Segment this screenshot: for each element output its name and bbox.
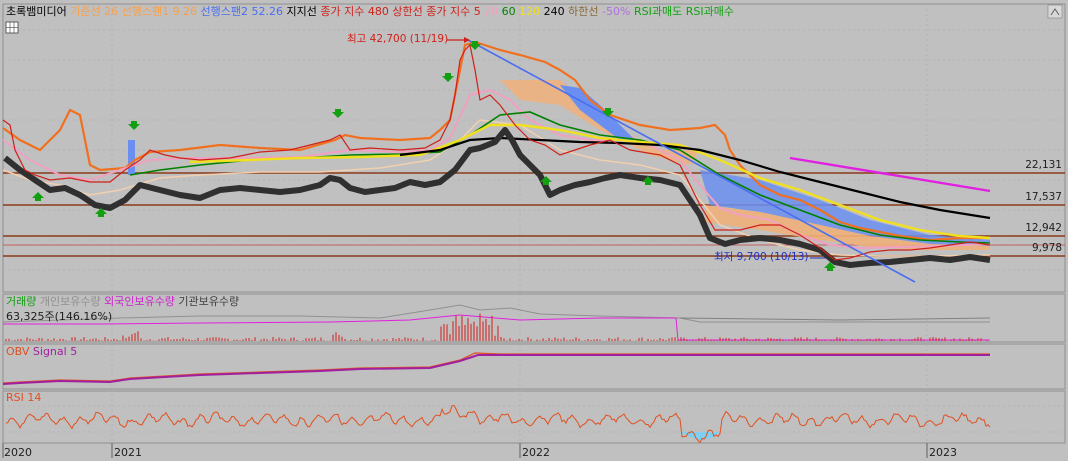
main-legend-item-8[interactable]: 20 bbox=[481, 5, 499, 18]
grid-toggle-icon[interactable] bbox=[5, 21, 19, 34]
main-legend-item-9[interactable]: 60 bbox=[498, 5, 516, 18]
x-label-2020: 2020 bbox=[4, 446, 32, 459]
main-legend-item-6[interactable]: 상한선 bbox=[389, 5, 423, 18]
chart-canvas[interactable]: 최고 42,700 (11/19) 최저 9,700 (10/13) 22,13… bbox=[0, 0, 1068, 461]
stock-chart-window: 최고 42,700 (11/19) 최저 9,700 (10/13) 22,13… bbox=[0, 0, 1068, 461]
close-panel-button[interactable] bbox=[1047, 4, 1063, 19]
volume-value: 63,325주(146.16%) bbox=[6, 310, 112, 323]
price-level-4: 9,978 bbox=[1032, 242, 1062, 254]
main-legend: 초록뱀미디어 기준선 26 선행스팬1 9.26 선행스팬2 52.26 지지선… bbox=[6, 4, 734, 18]
x-label-2023: 2023 bbox=[929, 446, 957, 459]
main-legend-item-1[interactable]: 기준선 26 bbox=[67, 5, 118, 18]
main-legend-item-12[interactable]: 하한선 bbox=[565, 4, 599, 18]
volume-legend: 거래량 개인보유수량 외국인보유수량 기관보유수량 bbox=[6, 295, 239, 308]
low-label: 최저 9,700 (10/13) bbox=[714, 251, 809, 263]
obv-legend-item-0[interactable]: OBV bbox=[6, 345, 30, 358]
main-legend-item-14[interactable]: RSI과매도 bbox=[630, 5, 682, 18]
rsi-panel[interactable] bbox=[2, 390, 1066, 444]
main-legend-item-0[interactable]: 초록뱀미디어 bbox=[6, 5, 67, 18]
rsi-legend-item-0[interactable]: RSI 14 bbox=[6, 391, 41, 404]
x-label-2021: 2021 bbox=[114, 446, 142, 459]
main-legend-item-5[interactable]: 종가 지수 480 bbox=[317, 5, 389, 18]
main-legend-item-7[interactable]: 종가 지수 5 bbox=[423, 5, 481, 18]
x-label-2022: 2022 bbox=[522, 446, 550, 459]
high-label: 최고 42,700 (11/19) bbox=[347, 33, 448, 45]
price-level-3: 12,942 bbox=[1025, 222, 1062, 234]
obv-legend: OBV Signal 5 bbox=[6, 345, 77, 358]
volume-legend-item-2[interactable]: 외국인보유수량 bbox=[101, 295, 175, 308]
volume-legend-item-0[interactable]: 거래량 bbox=[6, 295, 36, 308]
main-legend-item-4[interactable]: 지지선 bbox=[283, 5, 317, 18]
main-legend-item-2[interactable]: 선행스팬1 9.26 bbox=[118, 5, 197, 18]
volume-legend-item-3[interactable]: 기관보유수량 bbox=[175, 295, 239, 308]
main-legend-item-3[interactable]: 선행스팬2 52.26 bbox=[197, 5, 283, 18]
volume-legend-item-1[interactable]: 개인보유수량 bbox=[36, 295, 100, 308]
price-level-2: 17,537 bbox=[1025, 191, 1062, 203]
obv-panel[interactable] bbox=[2, 343, 1066, 390]
rsi-legend: RSI 14 bbox=[6, 391, 41, 404]
main-legend-item-10[interactable]: 120 bbox=[516, 5, 541, 18]
main-legend-item-11[interactable]: 240 bbox=[540, 5, 565, 18]
obv-legend-item-1[interactable]: Signal 5 bbox=[29, 345, 77, 358]
price-level-1: 22,131 bbox=[1025, 159, 1062, 171]
main-legend-item-15[interactable]: RSI과매수 bbox=[682, 5, 734, 18]
main-legend-item-13[interactable]: -50% bbox=[599, 5, 631, 18]
main-panel[interactable] bbox=[2, 3, 1066, 293]
